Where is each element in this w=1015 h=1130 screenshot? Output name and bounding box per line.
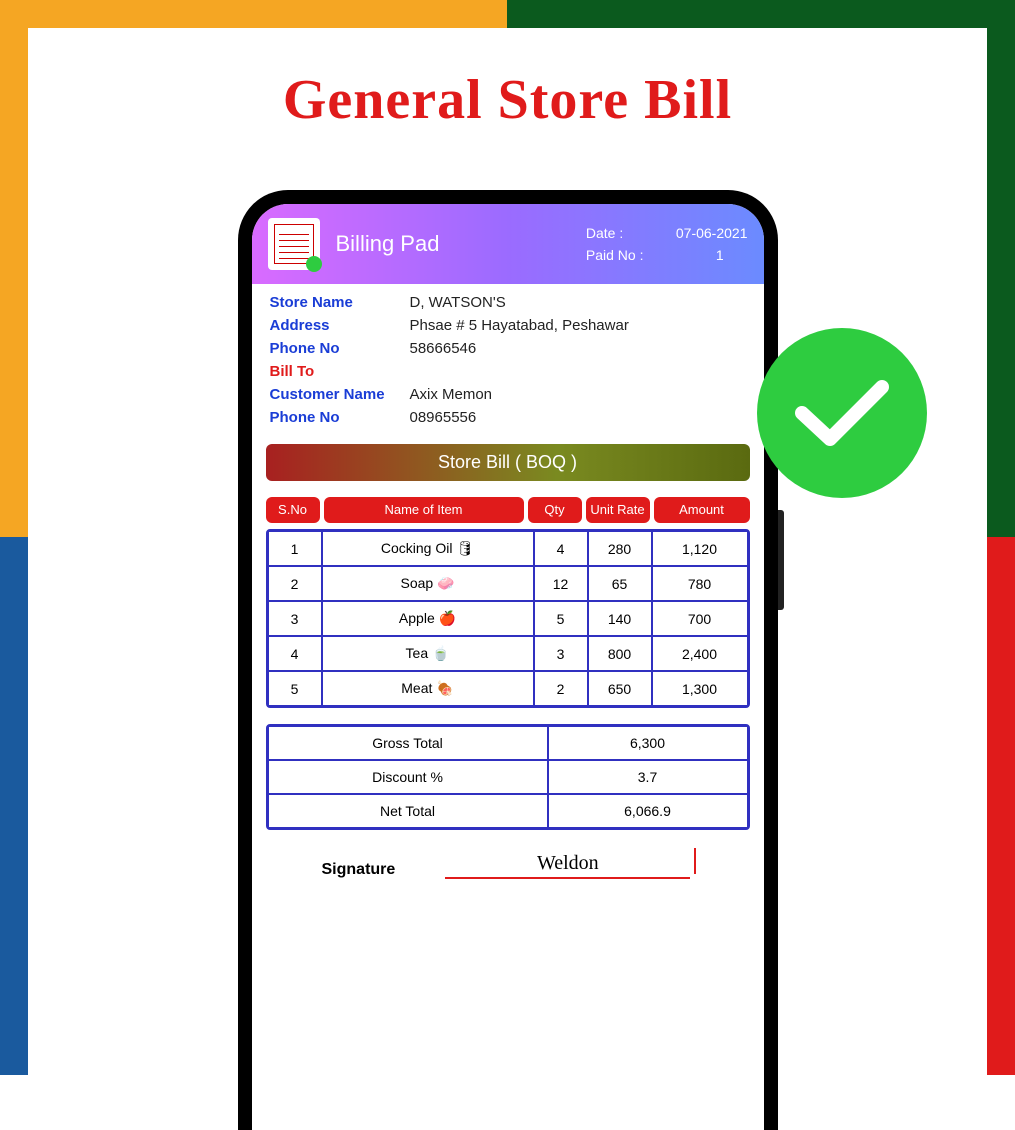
gross-total-label: Gross Total: [268, 726, 548, 760]
gross-total-value: 6,300: [548, 726, 748, 760]
text-cursor-icon: [694, 848, 696, 874]
table-body: 1Cocking Oil 🛢42801,1202Soap 🧼12657803Ap…: [266, 529, 750, 708]
col-rate: Unit Rate: [586, 497, 650, 523]
header-meta: Date : 07-06-2021 Paid No : 1: [586, 222, 748, 267]
discount-label: Discount %: [268, 760, 548, 794]
col-qty: Qty: [528, 497, 582, 523]
store-phone-label: Phone No: [270, 340, 410, 357]
store-phone-value: 58666546: [410, 340, 746, 357]
cell-qty: 12: [534, 566, 588, 601]
items-table: S.No Name of Item Qty Unit Rate Amount 1…: [252, 487, 764, 714]
cell-sno: 1: [268, 531, 322, 566]
content-card: General Store Bill Billing Pad Date : 07…: [28, 28, 987, 1075]
store-address-value: Phsae # 5 Hayatabad, Peshawar: [410, 317, 746, 334]
cell-sno: 3: [268, 601, 322, 636]
totals-table: Gross Total 6,300 Discount % 3.7 Net Tot…: [266, 724, 750, 830]
page-title: General Store Bill: [28, 28, 987, 132]
cell-qty: 5: [534, 601, 588, 636]
section-banner: Store Bill ( BOQ ): [266, 444, 750, 481]
cell-name: Tea 🍵: [322, 636, 534, 671]
signature-row: Signature: [252, 830, 764, 879]
signature-label: Signature: [322, 861, 396, 879]
table-row[interactable]: 4Tea 🍵38002,400: [268, 636, 748, 671]
customer-phone-label: Phone No: [270, 409, 410, 426]
paid-no-label: Paid No :: [586, 244, 656, 266]
signature-input[interactable]: [445, 852, 690, 879]
customer-name-value: Axix Memon: [410, 386, 746, 403]
cell-amount: 1,300: [652, 671, 748, 706]
cell-rate: 140: [588, 601, 652, 636]
success-check-icon: [757, 328, 927, 498]
net-total-value: 6,066.9: [548, 794, 748, 828]
table-header-row: S.No Name of Item Qty Unit Rate Amount: [266, 497, 750, 523]
cell-sno: 5: [268, 671, 322, 706]
customer-phone-value: 08965556: [410, 409, 746, 426]
phone-screen: Billing Pad Date : 07-06-2021 Paid No : …: [252, 204, 764, 1130]
paid-no-value: 1: [716, 244, 724, 266]
table-row[interactable]: 1Cocking Oil 🛢42801,120: [268, 531, 748, 566]
cell-name: Soap 🧼: [322, 566, 534, 601]
bill-to-label: Bill To: [270, 363, 746, 380]
cell-amount: 1,120: [652, 531, 748, 566]
cell-rate: 800: [588, 636, 652, 671]
net-total-label: Net Total: [268, 794, 548, 828]
table-row[interactable]: 3Apple 🍎5140700: [268, 601, 748, 636]
cell-rate: 65: [588, 566, 652, 601]
table-row[interactable]: 2Soap 🧼1265780: [268, 566, 748, 601]
cell-qty: 3: [534, 636, 588, 671]
date-value: 07-06-2021: [676, 222, 748, 244]
cell-amount: 700: [652, 601, 748, 636]
col-amount: Amount: [654, 497, 750, 523]
store-address-label: Address: [270, 317, 410, 334]
table-row[interactable]: 5Meat 🍖26501,300: [268, 671, 748, 706]
app-title: Billing Pad: [336, 231, 586, 257]
cell-name: Cocking Oil 🛢: [322, 531, 534, 566]
cell-rate: 650: [588, 671, 652, 706]
date-label: Date :: [586, 222, 656, 244]
cell-qty: 2: [534, 671, 588, 706]
cell-qty: 4: [534, 531, 588, 566]
phone-frame: Billing Pad Date : 07-06-2021 Paid No : …: [238, 190, 778, 1130]
cell-sno: 4: [268, 636, 322, 671]
discount-value: 3.7: [548, 760, 748, 794]
app-logo-icon: [268, 218, 320, 270]
store-info: Store Name D, WATSON'S Address Phsae # 5…: [252, 284, 764, 438]
col-name: Name of Item: [324, 497, 524, 523]
app-header: Billing Pad Date : 07-06-2021 Paid No : …: [252, 204, 764, 284]
col-sno: S.No: [266, 497, 320, 523]
cell-name: Meat 🍖: [322, 671, 534, 706]
cell-name: Apple 🍎: [322, 601, 534, 636]
store-name-label: Store Name: [270, 294, 410, 311]
store-name-value: D, WATSON'S: [410, 294, 746, 311]
cell-amount: 2,400: [652, 636, 748, 671]
cell-amount: 780: [652, 566, 748, 601]
customer-name-label: Customer Name: [270, 386, 410, 403]
cell-rate: 280: [588, 531, 652, 566]
cell-sno: 2: [268, 566, 322, 601]
